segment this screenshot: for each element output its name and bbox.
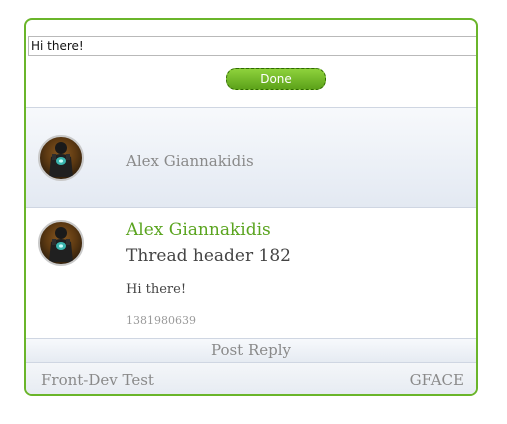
post-reply-button[interactable]: Post Reply [26,338,476,363]
thread-author-name: Alex Giannakidis [126,152,254,170]
post-timestamp: 1381980639 [126,314,196,327]
footer-left-label: Front-Dev Test [41,371,154,389]
post-author-link[interactable]: Alex Giannakidis [126,220,271,240]
post-body: Hi there! [126,282,187,297]
thread-header-row: Alex Giannakidis [26,107,476,208]
post-title: Thread header 182 [126,246,291,266]
footer-right-label: GFACE [409,371,464,389]
user-avatar-icon [38,135,84,181]
post-item: Alex Giannakidis Thread header 182 Hi th… [26,208,476,338]
footer: Front-Dev Test GFACE [26,363,476,394]
reply-input[interactable] [28,36,476,56]
done-button[interactable]: Done [226,68,326,90]
thread-panel: Done Alex Giannakidis Ale [24,18,478,396]
user-avatar-icon [38,220,84,266]
